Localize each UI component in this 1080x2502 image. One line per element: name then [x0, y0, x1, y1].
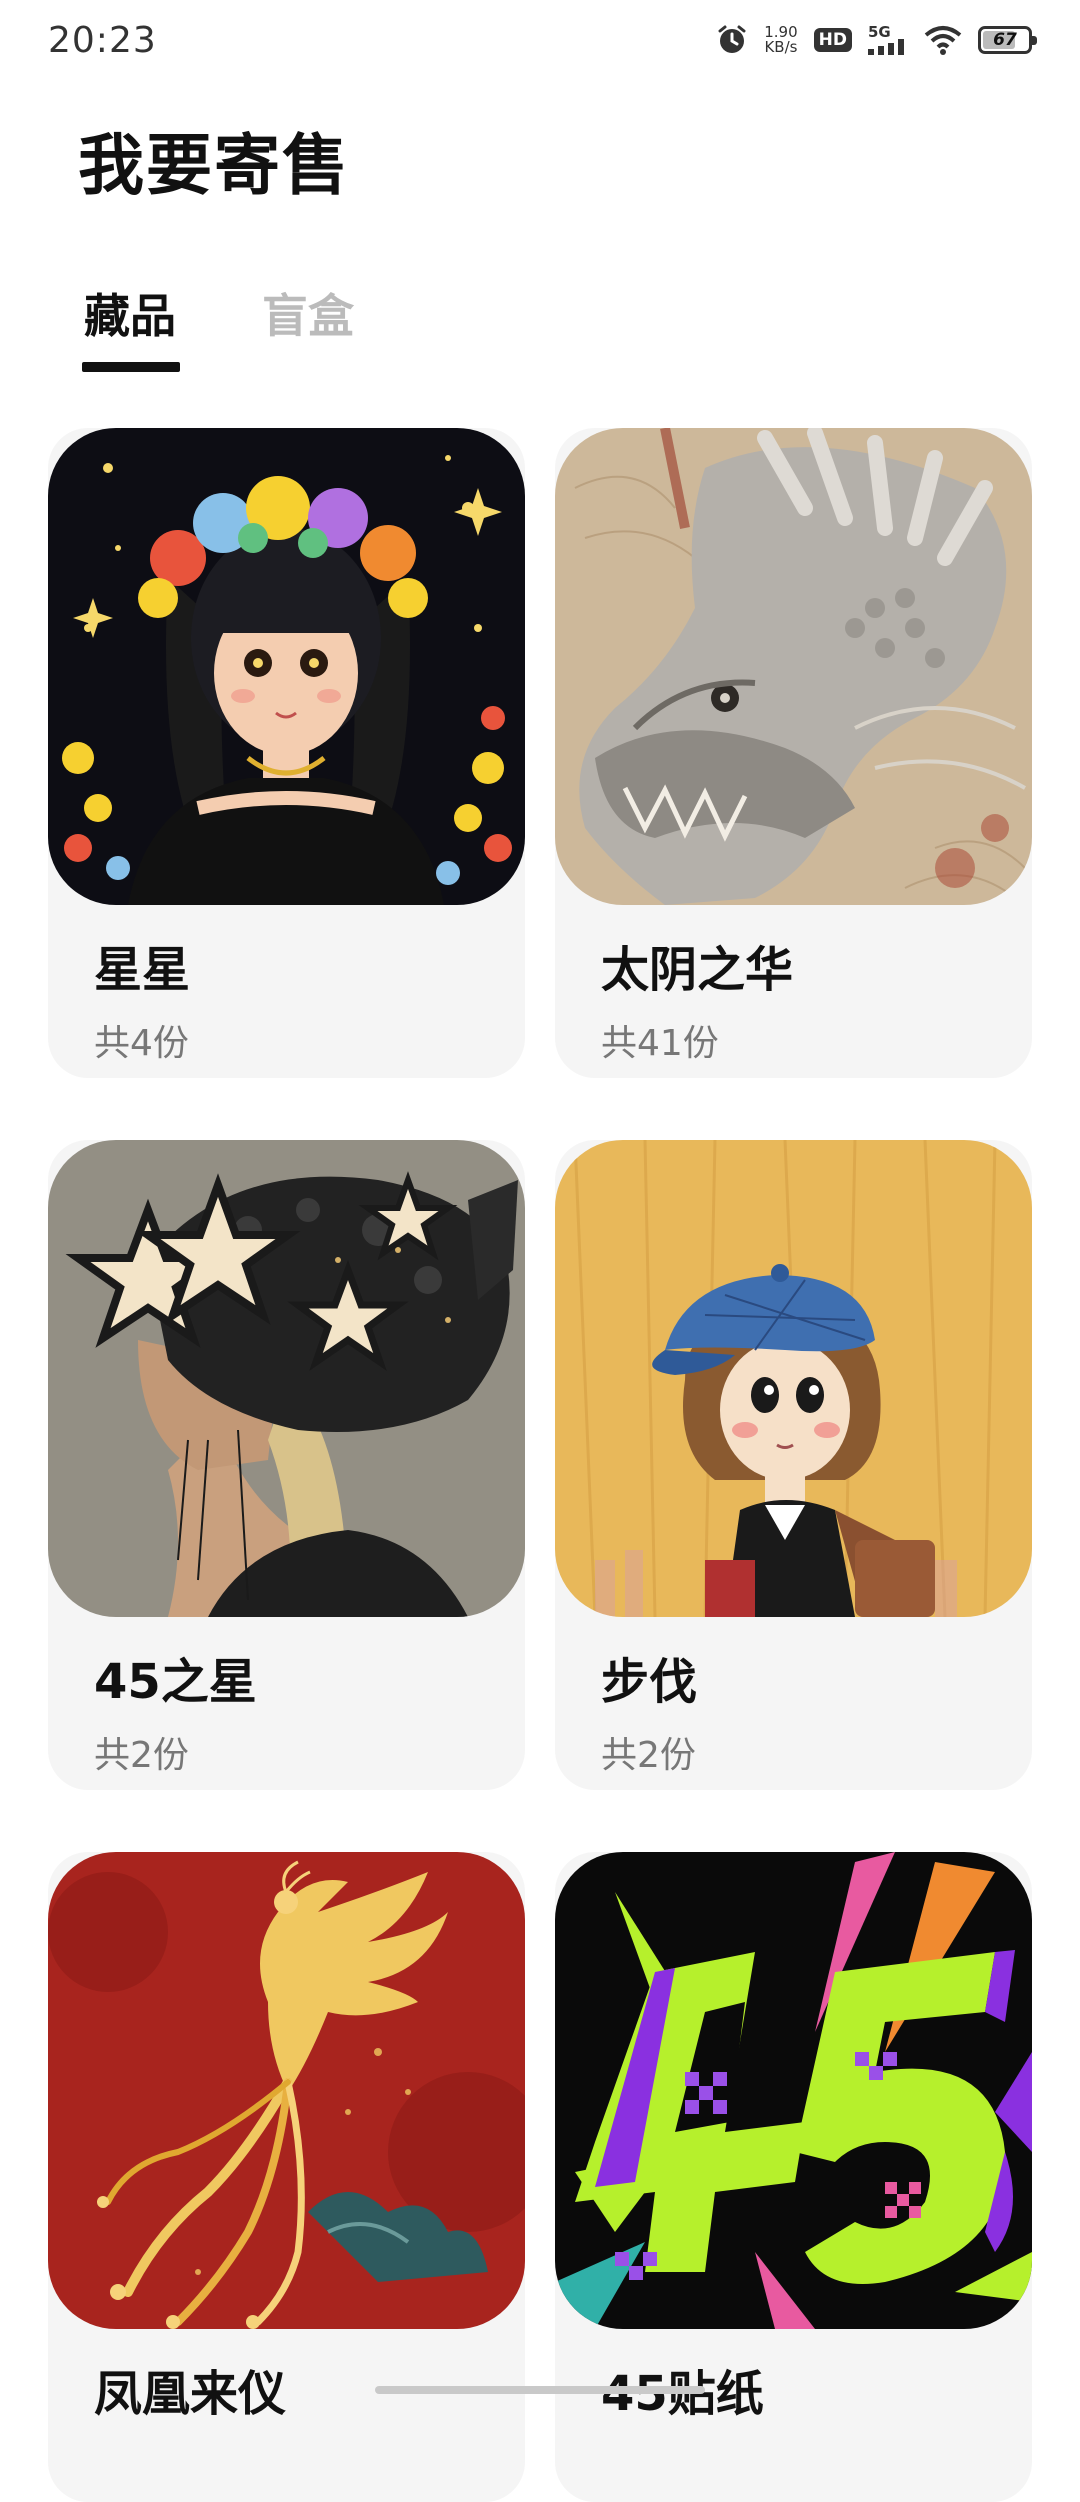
collectible-card-footsteps[interactable]: 步伐 共2份	[555, 1140, 1032, 1790]
status-bar: 20:23 1.90 KB/s HD 5G 67	[0, 0, 1080, 80]
status-time: 20:23	[48, 19, 157, 61]
collectible-card-star[interactable]: 星星 共4份	[48, 428, 525, 1078]
tab-collectibles[interactable]: 藏品	[82, 280, 180, 372]
tab-blind-box-label: 盲盒	[262, 289, 354, 343]
category-tabs: 藏品 盲盒	[82, 280, 354, 372]
collectibles-grid: 星星 共4份 太阴之华 共41份 45之星 共2份 步伐 共2份 凤凰来仪 45…	[48, 428, 1032, 2502]
collectible-image-girl-with-cap	[555, 1140, 1032, 1617]
home-indicator[interactable]	[375, 2386, 705, 2394]
net-speed-unit: KB/s	[764, 38, 798, 56]
collectible-image-phoenix	[48, 1852, 525, 2329]
collectible-image-45-sticker	[555, 1852, 1032, 2329]
page-title: 我要寄售	[78, 127, 350, 204]
collectible-count: 共4份	[94, 1023, 189, 1064]
collectible-name: 45之星	[94, 1654, 257, 1710]
battery-level: 67	[993, 30, 1017, 50]
network-type-label: 5G	[868, 23, 891, 41]
collectible-count: 共2份	[601, 1735, 696, 1776]
collectible-card-45-star[interactable]: 45之星 共2份	[48, 1140, 525, 1790]
collectible-name: 步伐	[601, 1654, 698, 1710]
collectible-card-45-sticker[interactable]: 45贴纸	[555, 1852, 1032, 2502]
collectible-image-dragon	[555, 428, 1032, 905]
collectible-name: 太阴之华	[601, 942, 794, 998]
collectible-card-moon-blossom[interactable]: 太阴之华 共41份	[555, 428, 1032, 1078]
collectible-name: 星星	[94, 942, 191, 998]
status-icons: 1.90 KB/s HD 5G 67	[716, 24, 1037, 56]
tab-collectibles-label: 藏品	[84, 289, 176, 343]
collectible-count: 共2份	[94, 1735, 189, 1776]
alarm-icon	[716, 24, 748, 56]
collectible-image-star	[48, 428, 525, 905]
collectible-image-star-helmet	[48, 1140, 525, 1617]
collectible-count: 共41份	[601, 1023, 719, 1064]
active-tab-indicator	[82, 362, 180, 372]
collectible-name: 凤凰来仪	[94, 2366, 287, 2422]
collectible-card-phoenix[interactable]: 凤凰来仪	[48, 1852, 525, 2502]
signal-icon: 5G	[868, 25, 908, 55]
tab-blind-box[interactable]: 盲盒	[262, 280, 354, 366]
wifi-icon	[924, 25, 962, 55]
hd-icon: HD	[813, 28, 852, 52]
net-speed: 1.90 KB/s	[764, 25, 797, 55]
battery-icon: 67	[978, 26, 1037, 54]
